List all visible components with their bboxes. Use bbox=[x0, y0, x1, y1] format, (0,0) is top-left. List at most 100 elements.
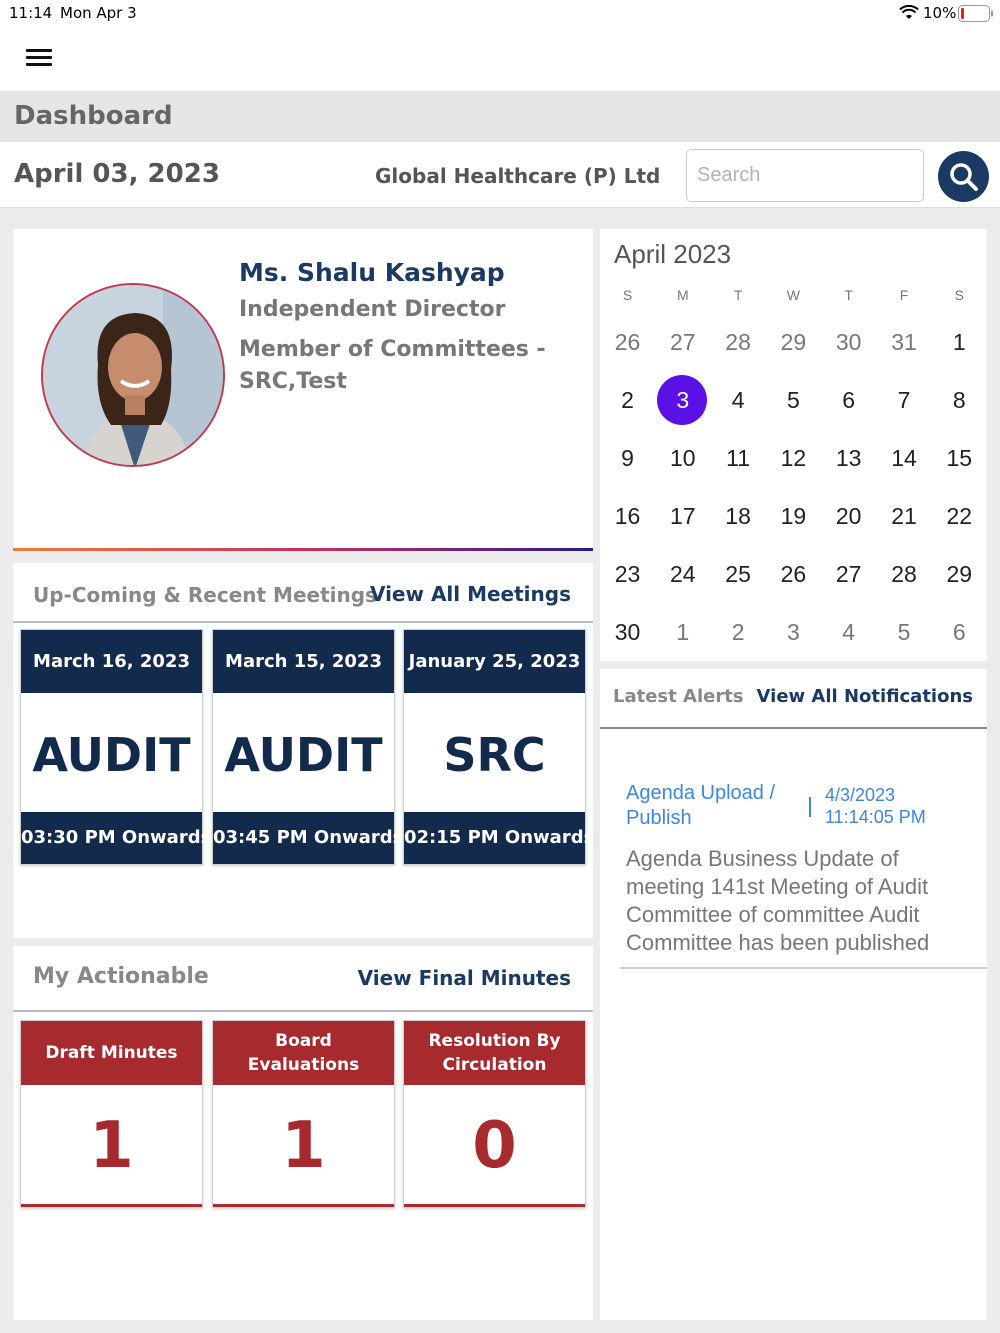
calendar-day-number: 5 bbox=[786, 387, 800, 413]
calendar-day-number: 10 bbox=[670, 445, 696, 471]
calendar-day[interactable]: 27 bbox=[821, 549, 876, 599]
calendar-day[interactable]: 29 bbox=[766, 317, 821, 367]
calendar-day[interactable]: 30 bbox=[821, 317, 876, 367]
calendar-day[interactable]: 24 bbox=[655, 549, 710, 599]
calendar-day-number: 17 bbox=[670, 503, 696, 529]
calendar-day-number: 1 bbox=[676, 619, 690, 645]
calendar-day-number: 6 bbox=[842, 387, 856, 413]
calendar-day[interactable]: 4 bbox=[821, 607, 876, 657]
calendar-day[interactable]: 27 bbox=[655, 317, 710, 367]
actionable-tile-resolution-by-circulation[interactable]: Resolution By Circulation 0 bbox=[403, 1020, 586, 1208]
meeting-date: March 15, 2023 bbox=[213, 630, 394, 693]
calendar-day[interactable]: 21 bbox=[877, 491, 932, 541]
calendar-day[interactable]: 5 bbox=[766, 375, 821, 425]
calendar-day[interactable]: 6 bbox=[821, 375, 876, 425]
calendar-day-number: 3 bbox=[676, 387, 690, 413]
calendar-day[interactable]: 18 bbox=[711, 491, 766, 541]
actionable-tile-count: 1 bbox=[89, 1109, 134, 1183]
calendar-day-number: 11 bbox=[726, 445, 751, 471]
calendar-day[interactable]: 20 bbox=[821, 491, 876, 541]
meeting-tile[interactable]: March 15, 2023 AUDIT 03:45 PM Onwards bbox=[212, 629, 403, 865]
calendar-day[interactable]: 1 bbox=[932, 317, 987, 367]
alerts-label: Latest Alerts bbox=[613, 686, 744, 707]
search-input[interactable] bbox=[686, 149, 924, 202]
calendar-day[interactable]: 2 bbox=[600, 375, 655, 425]
view-all-meetings-link[interactable]: View All Meetings bbox=[370, 582, 571, 606]
calendar-day-number: 2 bbox=[731, 619, 745, 645]
calendar-day[interactable]: 3 bbox=[766, 607, 821, 657]
calendar-day[interactable]: 28 bbox=[877, 549, 932, 599]
calendar-day[interactable]: 14 bbox=[877, 433, 932, 483]
calendar-day[interactable]: 6 bbox=[932, 607, 987, 657]
weekday-label: S bbox=[954, 287, 964, 303]
alert-type[interactable]: Agenda Upload / Publish bbox=[626, 781, 796, 831]
calendar-day[interactable]: 17 bbox=[655, 491, 710, 541]
company-name: Global Healthcare (P) Ltd bbox=[375, 164, 661, 188]
actionable-tile-label: Draft Minutes bbox=[21, 1021, 202, 1085]
calendar-day[interactable]: 19 bbox=[766, 491, 821, 541]
calendar-day-number: 7 bbox=[897, 387, 911, 413]
calendar-day[interactable]: 29 bbox=[932, 549, 987, 599]
calendar-day[interactable]: 1 bbox=[655, 607, 710, 657]
weekday-label: S bbox=[622, 287, 633, 303]
calendar-day[interactable]: 3 bbox=[655, 375, 710, 425]
battery-icon bbox=[958, 5, 993, 22]
calendar-day[interactable]: 7 bbox=[877, 375, 932, 425]
alert-time: 11:14:05 PM bbox=[825, 807, 926, 827]
calendar-day-number: 29 bbox=[780, 329, 807, 355]
calendar-day[interactable]: 28 bbox=[711, 317, 766, 367]
calendar-day[interactable]: 30 bbox=[600, 607, 655, 657]
calendar-day-number: 16 bbox=[614, 503, 641, 529]
view-final-minutes-link[interactable]: View Final Minutes bbox=[358, 966, 571, 990]
calendar-day[interactable]: 31 bbox=[877, 317, 932, 367]
alerts-header: Latest Alerts View All Notifications bbox=[600, 669, 987, 729]
calendar-day[interactable]: 12 bbox=[766, 433, 821, 483]
calendar-day[interactable]: 23 bbox=[600, 549, 655, 599]
view-all-notifications-link[interactable]: View All Notifications bbox=[757, 686, 973, 707]
calendar-day[interactable]: 4 bbox=[711, 375, 766, 425]
calendar-day-number: 4 bbox=[731, 387, 745, 413]
calendar-day[interactable]: 26 bbox=[600, 317, 655, 367]
meetings-card: Up-Coming & Recent Meetings View All Mee… bbox=[13, 563, 594, 938]
actionable-tile-board-evaluations[interactable]: Board Evaluations 1 bbox=[212, 1020, 395, 1208]
calendar-day[interactable]: 16 bbox=[600, 491, 655, 541]
calendar-day-number: 30 bbox=[614, 619, 641, 645]
actionable-card: My Actionable View Final Minutes Draft M… bbox=[13, 946, 593, 1320]
weekday-label: T bbox=[844, 287, 853, 303]
meeting-tile[interactable]: March 16, 2023 AUDIT 03:30 PM Onwards bbox=[20, 629, 211, 865]
calendar-day-number: 27 bbox=[670, 329, 696, 355]
actionable-tile-draft-minutes[interactable]: Draft Minutes 1 bbox=[20, 1020, 203, 1208]
calendar-day[interactable]: 10 bbox=[655, 433, 710, 483]
title-bar: Dashboard bbox=[0, 91, 1000, 142]
calendar-day[interactable]: 2 bbox=[711, 607, 766, 657]
calendar-day[interactable]: 15 bbox=[932, 433, 987, 483]
meeting-tile[interactable]: January 25, 2023 SRC 02:15 PM Onwards bbox=[403, 629, 594, 865]
calendar-day[interactable]: 5 bbox=[877, 607, 932, 657]
page-title: Dashboard bbox=[14, 101, 173, 131]
alert-timestamp: 4/3/2023 11:14:05 PM bbox=[825, 784, 926, 828]
menu-icon[interactable] bbox=[26, 49, 54, 69]
calendar-day[interactable]: 26 bbox=[766, 549, 821, 599]
profile-name: Ms. Shalu Kashyap bbox=[239, 258, 505, 287]
calendar-day-number: 21 bbox=[891, 503, 917, 529]
search-button[interactable] bbox=[938, 151, 989, 202]
actionable-tile-count: 1 bbox=[281, 1109, 326, 1183]
meetings-label: Up-Coming & Recent Meetings bbox=[33, 583, 377, 607]
alert-date: 4/3/2023 bbox=[825, 785, 896, 805]
profile-card: Ms. Shalu Kashyap Independent Director M… bbox=[13, 229, 593, 551]
calendar-day[interactable]: 8 bbox=[932, 375, 987, 425]
calendar-day[interactable]: 11 bbox=[711, 433, 766, 483]
info-bar: April 03, 2023 Global Healthcare (P) Ltd bbox=[0, 142, 1000, 208]
calendar-day-number: 26 bbox=[780, 561, 807, 587]
meeting-committee: SRC bbox=[443, 728, 546, 782]
calendar-day[interactable]: 25 bbox=[711, 549, 766, 599]
calendar-day[interactable]: 13 bbox=[821, 433, 876, 483]
alert-divider bbox=[620, 967, 987, 969]
calendar-day-number: 8 bbox=[952, 387, 966, 413]
calendar-day[interactable]: 9 bbox=[600, 433, 655, 483]
profile-role: Independent Director bbox=[239, 297, 506, 322]
calendar-day-number: 25 bbox=[725, 561, 751, 587]
calendar-day-number: 13 bbox=[835, 445, 862, 471]
calendar-day[interactable]: 22 bbox=[932, 491, 987, 541]
alert-message: Agenda Business Update of meeting 141st … bbox=[626, 846, 930, 955]
